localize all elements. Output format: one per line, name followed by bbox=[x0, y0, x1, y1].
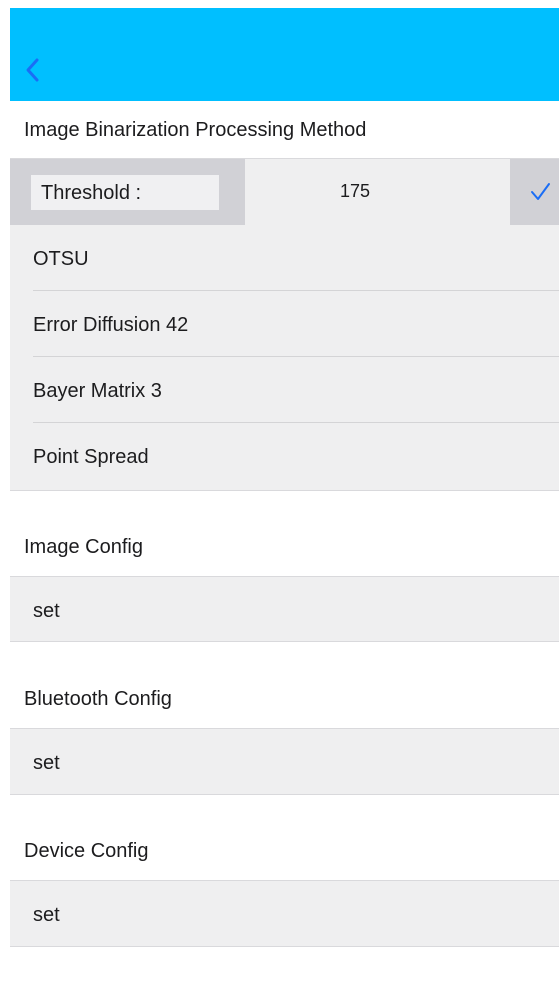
image-config-group: set bbox=[10, 576, 559, 642]
back-button[interactable] bbox=[22, 54, 46, 86]
option-error-diffusion[interactable]: Error Diffusion 42 bbox=[10, 291, 559, 357]
section-header-device-config: Device Config bbox=[10, 795, 559, 880]
set-label: set bbox=[33, 904, 60, 926]
chevron-left-icon bbox=[26, 58, 39, 82]
section-header-binarization: Image Binarization Processing Method bbox=[10, 101, 559, 159]
image-config-set-button[interactable]: set bbox=[10, 577, 559, 643]
section-title: Image Config bbox=[24, 536, 143, 558]
set-label: set bbox=[33, 600, 60, 622]
option-label: OTSU bbox=[33, 248, 89, 270]
binarization-method-list: Threshold : OTSU Error Diffusion 42 Baye… bbox=[10, 158, 559, 491]
section-title: Image Binarization Processing Method bbox=[24, 119, 367, 141]
bluetooth-config-set-button[interactable]: set bbox=[10, 729, 559, 795]
navigation-bar bbox=[10, 8, 559, 101]
checkmark-icon bbox=[531, 183, 550, 200]
set-label: set bbox=[33, 752, 60, 774]
device-config-group: set bbox=[10, 880, 559, 947]
bluetooth-config-group: set bbox=[10, 728, 559, 795]
threshold-value-area[interactable] bbox=[245, 159, 510, 225]
threshold-label: Threshold : bbox=[41, 182, 142, 204]
option-point-spread[interactable]: Point Spread bbox=[10, 423, 559, 489]
threshold-label-box: Threshold : bbox=[31, 175, 219, 210]
threshold-value-field[interactable] bbox=[245, 179, 465, 203]
status-bar bbox=[0, 0, 559, 8]
option-label: Point Spread bbox=[33, 446, 149, 468]
threshold-row[interactable]: Threshold : bbox=[10, 159, 559, 225]
section-title: Bluetooth Config bbox=[24, 688, 172, 710]
option-label: Error Diffusion 42 bbox=[33, 314, 189, 336]
option-otsu[interactable]: OTSU bbox=[10, 225, 559, 291]
section-header-image-config: Image Config bbox=[10, 491, 559, 576]
option-label: Bayer Matrix 3 bbox=[33, 380, 162, 402]
section-title: Device Config bbox=[24, 840, 149, 862]
device-config-set-button[interactable]: set bbox=[10, 881, 559, 947]
option-bayer-matrix[interactable]: Bayer Matrix 3 bbox=[10, 357, 559, 423]
section-header-bluetooth-config: Bluetooth Config bbox=[10, 642, 559, 728]
